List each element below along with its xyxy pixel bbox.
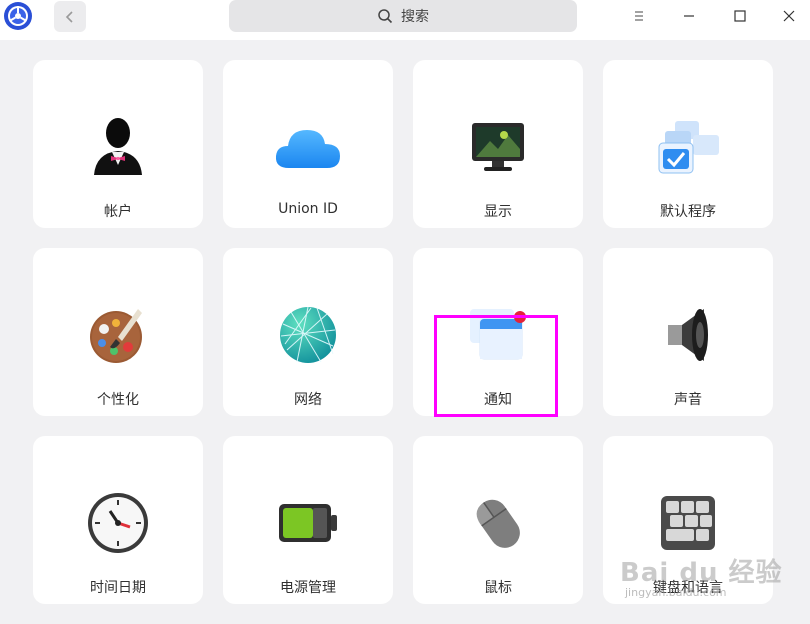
- card-default-apps[interactable]: 默认程序: [603, 60, 773, 228]
- card-union-id[interactable]: Union ID: [223, 60, 393, 228]
- card-label: 帐户: [104, 204, 132, 220]
- card-sound[interactable]: 声音: [603, 248, 773, 416]
- watermark-url: jingyan.baidu.com: [625, 586, 727, 599]
- card-display[interactable]: 显示: [413, 60, 583, 228]
- card-network[interactable]: 网络: [223, 248, 393, 416]
- keyboard-icon: [653, 488, 723, 558]
- maximize-icon: [734, 10, 746, 22]
- minimize-icon: [684, 15, 694, 17]
- card-account[interactable]: 帐户: [33, 60, 203, 228]
- card-label: 时间日期: [90, 580, 146, 596]
- control-center-logo-icon: [3, 1, 33, 31]
- back-button[interactable]: [54, 1, 86, 32]
- card-date-time[interactable]: 时间日期: [33, 436, 203, 604]
- card-power[interactable]: 电源管理: [223, 436, 393, 604]
- chevron-left-icon: [65, 10, 73, 23]
- card-label: Union ID: [278, 201, 338, 217]
- card-label: 默认程序: [660, 204, 716, 220]
- card-label: 显示: [484, 204, 512, 220]
- card-label: 声音: [674, 392, 702, 408]
- hamburger-menu-icon: [635, 11, 643, 21]
- menu-button[interactable]: [624, 4, 654, 28]
- mouse-icon: [463, 488, 533, 558]
- network-icon: [273, 300, 343, 370]
- close-button[interactable]: [774, 4, 804, 28]
- account-icon: [83, 112, 153, 182]
- card-label: 电源管理: [280, 580, 336, 596]
- card-personalization[interactable]: 个性化: [33, 248, 203, 416]
- cloud-icon: [273, 112, 343, 182]
- palette-icon: [83, 300, 153, 370]
- close-icon: [783, 10, 795, 22]
- speaker-icon: [653, 300, 723, 370]
- search-placeholder: 搜索: [401, 9, 429, 25]
- card-mouse[interactable]: 鼠标: [413, 436, 583, 604]
- default-apps-icon: [653, 112, 723, 182]
- card-label: 鼠标: [484, 580, 512, 596]
- titlebar: 搜索: [0, 0, 810, 40]
- watermark-logo: Bai du 经验: [620, 558, 783, 588]
- search-input[interactable]: 搜索: [229, 0, 577, 32]
- minimize-button[interactable]: [674, 4, 704, 28]
- search-icon: [378, 9, 393, 24]
- clock-icon: [83, 488, 153, 558]
- card-label: 个性化: [97, 392, 139, 408]
- maximize-button[interactable]: [725, 4, 755, 28]
- battery-icon: [273, 488, 343, 558]
- highlight-box: [434, 315, 558, 417]
- card-label: 网络: [294, 392, 322, 408]
- display-icon: [463, 112, 533, 182]
